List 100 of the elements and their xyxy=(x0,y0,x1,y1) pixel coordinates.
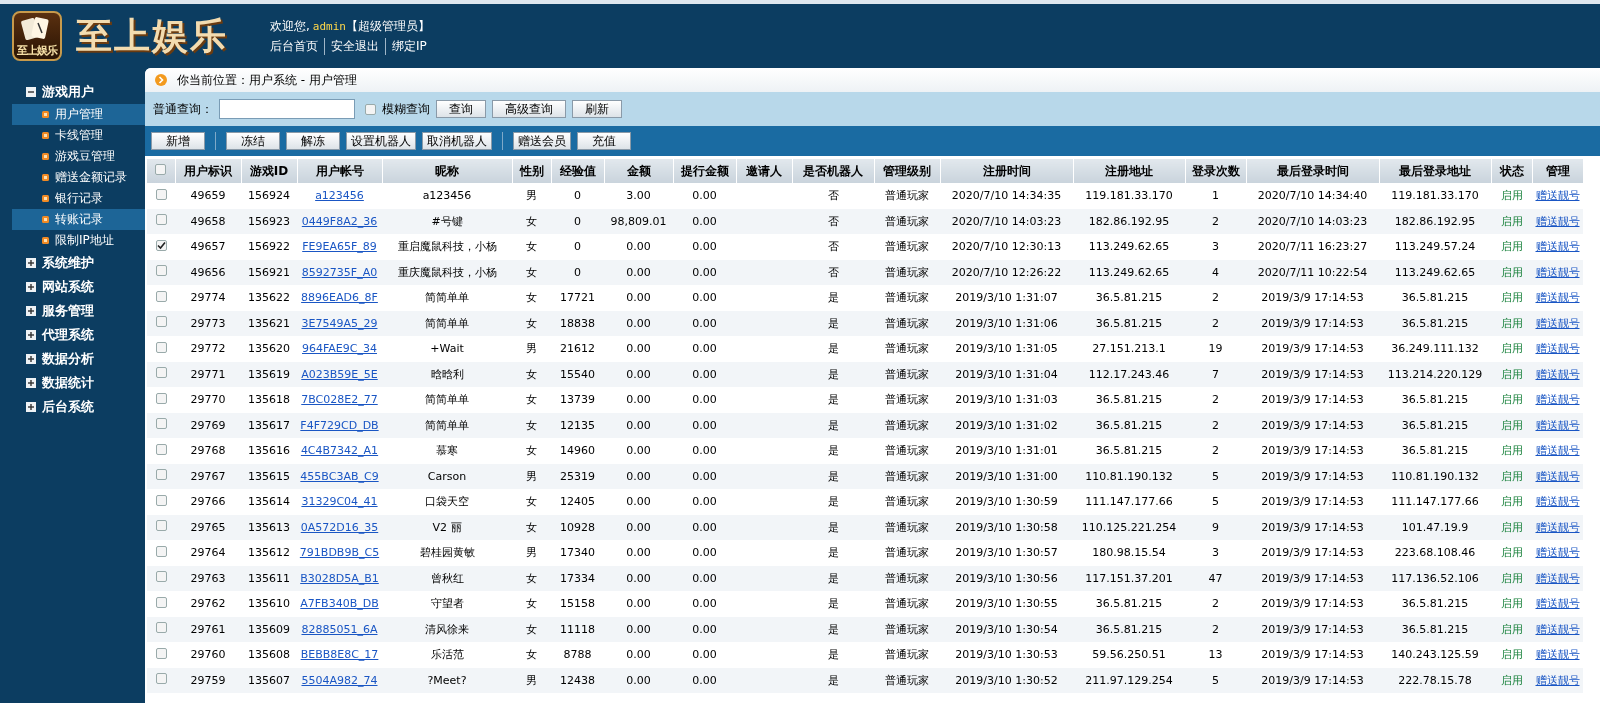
table-link[interactable]: 0449F8A2_36 xyxy=(301,214,378,228)
table-cell: 11118 xyxy=(560,622,595,636)
sidebar-group[interactable]: 系统维护 xyxy=(0,251,145,275)
checkbox[interactable] xyxy=(155,239,167,251)
sidebar-group[interactable]: 数据分析 xyxy=(0,347,145,371)
checkbox[interactable] xyxy=(155,494,167,506)
table-link[interactable]: 赠送靓号 xyxy=(1535,673,1580,687)
toolbar-button[interactable]: 冻结 xyxy=(226,132,280,150)
checkbox[interactable] xyxy=(365,103,376,115)
table-link[interactable]: 82885051_6A xyxy=(301,622,378,636)
table-link[interactable]: 赠送靓号 xyxy=(1535,393,1580,407)
table-link[interactable]: 赠送靓号 xyxy=(1535,240,1580,254)
checkbox[interactable] xyxy=(155,647,167,659)
query-field[interactable] xyxy=(219,99,355,119)
table-link[interactable]: 31329C04_41 xyxy=(301,495,378,509)
table-link[interactable]: 赠送靓号 xyxy=(1535,265,1580,279)
checkbox[interactable] xyxy=(155,571,167,583)
table-link[interactable]: 455BC3AB_C9 xyxy=(300,469,379,483)
table-cell: 49658 xyxy=(190,214,226,228)
table-link[interactable]: 8896EAD6_8F xyxy=(301,291,378,305)
toolbar-button[interactable]: 充值 xyxy=(577,132,631,150)
table-link[interactable]: 赠送靓号 xyxy=(1535,495,1580,509)
query-button[interactable]: 刷新 xyxy=(572,100,622,118)
table-link[interactable]: F4F729CD_DB xyxy=(300,418,379,432)
table-link[interactable]: 7BC028E2_77 xyxy=(301,393,378,407)
table-link[interactable]: 赠送靓号 xyxy=(1535,648,1580,662)
toolbar-button[interactable]: 赠送会员 xyxy=(513,132,571,150)
table-cell: 0.00 xyxy=(626,469,651,483)
table-link[interactable]: B3028D5A_B1 xyxy=(300,571,379,585)
table-link[interactable]: BEBB8E8C_17 xyxy=(300,648,379,662)
sidebar-item[interactable]: 游戏豆管理 xyxy=(12,146,145,167)
header-link[interactable]: 安全退出 xyxy=(324,37,385,55)
table-link[interactable]: 964FAE9C_34 xyxy=(302,342,377,356)
table-link[interactable]: 赠送靓号 xyxy=(1535,214,1580,228)
checkbox[interactable] xyxy=(155,164,167,175)
query-label: 普通查询： xyxy=(153,100,213,118)
table-link[interactable]: 赠送靓号 xyxy=(1535,444,1580,458)
sidebar-item[interactable]: 限制IP地址 xyxy=(12,230,145,251)
checkbox[interactable] xyxy=(155,392,167,404)
table-link[interactable]: a123456 xyxy=(315,189,364,203)
sidebar-group[interactable]: 服务管理 xyxy=(0,299,145,323)
table-link[interactable]: A023B59E_5E xyxy=(301,367,378,381)
header-link[interactable]: 后台首页 xyxy=(270,37,324,55)
table-link[interactable]: 0A572D16_35 xyxy=(300,520,379,534)
sidebar-item[interactable]: 卡线管理 xyxy=(12,125,145,146)
checkbox[interactable] xyxy=(155,367,167,379)
sidebar-item[interactable]: 赠送金额记录 xyxy=(12,167,145,188)
checkbox[interactable] xyxy=(155,596,167,608)
sidebar-item[interactable]: 用户管理 xyxy=(12,104,145,125)
table-link[interactable]: 赠送靓号 xyxy=(1535,316,1580,330)
table-link[interactable]: 4C4B7342_A1 xyxy=(300,444,379,458)
table-link[interactable]: 3E7549A5_29 xyxy=(301,316,378,330)
sidebar-item[interactable]: 银行记录 xyxy=(12,188,145,209)
sidebar-group[interactable]: 数据统计 xyxy=(0,371,145,395)
header-link[interactable]: 绑定IP xyxy=(385,37,433,55)
sidebar-group[interactable]: 代理系统 xyxy=(0,323,145,347)
table-cell: 2 xyxy=(1212,597,1219,611)
table-link[interactable]: 791BDB9B_C5 xyxy=(299,546,380,560)
table-link[interactable]: 5504A982_74 xyxy=(301,673,378,687)
table-link[interactable]: 8592735F_A0 xyxy=(301,265,378,279)
table-link[interactable]: 赠送靓号 xyxy=(1535,520,1580,534)
table-link[interactable]: 赠送靓号 xyxy=(1535,622,1580,636)
query-button[interactable]: 高级查询 xyxy=(492,100,566,118)
toolbar-button[interactable]: 取消机器人 xyxy=(422,132,492,150)
checkbox[interactable] xyxy=(155,443,167,455)
checkbox[interactable] xyxy=(155,265,167,277)
table-cell: 2019/3/9 17:14:53 xyxy=(1261,648,1364,662)
toolbar-button[interactable]: 解冻 xyxy=(286,132,340,150)
checkbox[interactable] xyxy=(155,188,167,200)
table-cell: 是 xyxy=(827,469,839,483)
sidebar-group[interactable]: 游戏用户 xyxy=(0,80,145,104)
table-link[interactable]: 赠送靓号 xyxy=(1535,189,1580,203)
table-link[interactable]: 赠送靓号 xyxy=(1535,597,1580,611)
table-link[interactable]: A7FB340B_DB xyxy=(300,597,379,611)
status-text: 启用 xyxy=(1500,444,1523,458)
checkbox[interactable] xyxy=(155,290,167,302)
table-link[interactable]: 赠送靓号 xyxy=(1535,546,1580,560)
toolbar-button[interactable]: 新增 xyxy=(151,132,205,150)
sidebar-group[interactable]: 后台系统 xyxy=(0,395,145,419)
table-link[interactable]: 赠送靓号 xyxy=(1535,367,1580,381)
table-link[interactable]: 赠送靓号 xyxy=(1535,342,1580,356)
table-link[interactable]: 赠送靓号 xyxy=(1535,571,1580,585)
checkbox[interactable] xyxy=(155,341,167,353)
sidebar-item[interactable]: 转账记录 xyxy=(12,209,145,230)
sidebar-group[interactable]: 网站系统 xyxy=(0,275,145,299)
table-link[interactable]: 赠送靓号 xyxy=(1535,418,1580,432)
toolbar-button[interactable]: 设置机器人 xyxy=(346,132,416,150)
query-button[interactable]: 查询 xyxy=(436,100,486,118)
checkbox[interactable] xyxy=(155,622,167,634)
table-link[interactable]: FE9EA65F_89 xyxy=(302,240,377,254)
checkbox[interactable] xyxy=(155,469,167,481)
checkbox[interactable] xyxy=(155,520,167,532)
checkbox[interactable] xyxy=(155,316,167,328)
table-link[interactable]: 赠送靓号 xyxy=(1535,291,1580,305)
column-header: 注册时间 xyxy=(940,159,1073,183)
checkbox[interactable] xyxy=(155,214,167,226)
table-link[interactable]: 赠送靓号 xyxy=(1535,469,1580,483)
checkbox[interactable] xyxy=(155,673,167,685)
checkbox[interactable] xyxy=(155,418,167,430)
checkbox[interactable] xyxy=(155,545,167,557)
